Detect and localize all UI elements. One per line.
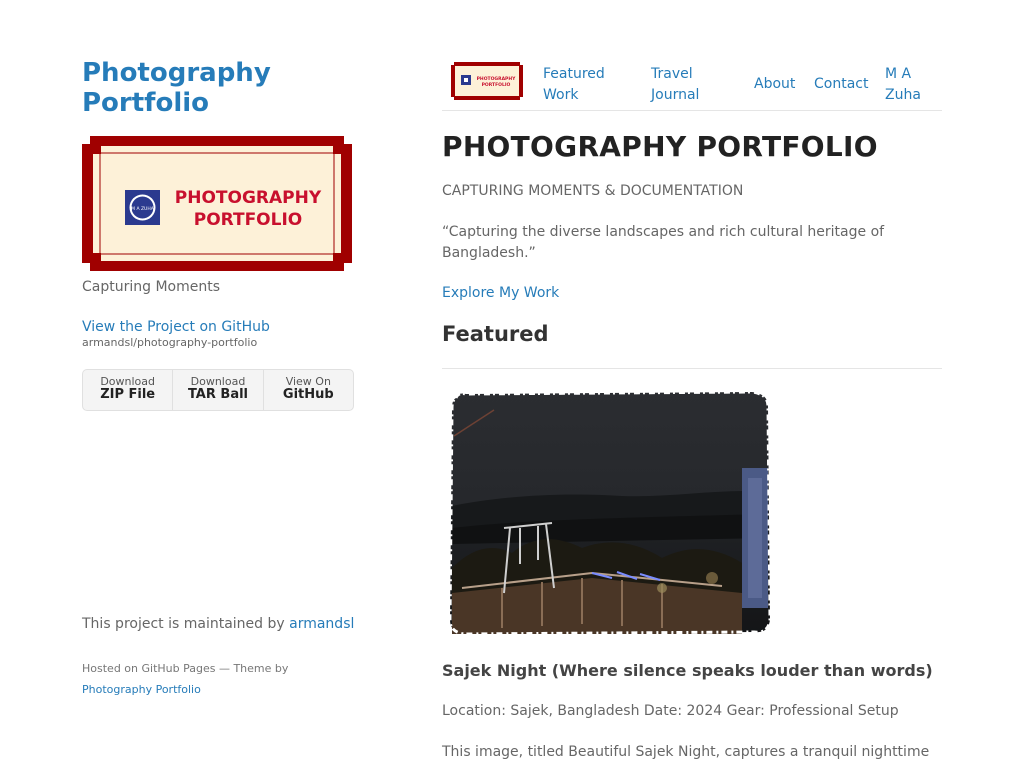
site-title-link[interactable]: Photography Portfolio bbox=[82, 58, 302, 118]
nav-featured-work[interactable]: Featured Work bbox=[543, 64, 605, 106]
view-github-big: GitHub bbox=[282, 387, 334, 402]
svg-text:M A ZUHA: M A ZUHA bbox=[131, 206, 155, 212]
intro-quote: “Capturing the diverse landscapes and ri… bbox=[442, 224, 885, 261]
nav-contact-label: Contact bbox=[814, 76, 869, 92]
github-project-link[interactable]: View the Project on GitHub bbox=[82, 319, 354, 335]
view-on-github-button[interactable]: View On GitHub bbox=[264, 370, 353, 410]
download-zip-big: ZIP File bbox=[100, 387, 156, 402]
maintained-by: This project is maintained by armandsl bbox=[82, 616, 354, 632]
featured-divider bbox=[442, 368, 942, 369]
nav-travel-journal[interactable]: Travel Journal bbox=[651, 64, 699, 106]
github-repo-name: armandsl/photography-portfolio bbox=[82, 336, 258, 349]
download-tar-button[interactable]: Download TAR Ball bbox=[173, 370, 264, 410]
nav-about[interactable]: About bbox=[754, 74, 795, 95]
svg-text:PHOTOGRAPHY: PHOTOGRAPHY bbox=[175, 188, 322, 208]
site-tagline: Capturing Moments bbox=[82, 279, 221, 295]
nav-zuha-line2: Zuha bbox=[885, 87, 921, 103]
nav-zuha-line1: M A bbox=[885, 66, 912, 82]
explore-work-link[interactable]: Explore My Work bbox=[442, 285, 559, 301]
sidebar: Photography Portfolio M A ZUHA PHOTOGRAP… bbox=[82, 58, 354, 411]
download-tar-big: TAR Ball bbox=[187, 387, 249, 402]
nav-about-label: About bbox=[754, 76, 796, 92]
nav-logo[interactable]: PHOTOGRAPHY PORTFOLIO bbox=[451, 62, 523, 104]
photo-meta: Location: Sajek, Bangladesh Date: 2024 G… bbox=[442, 703, 899, 719]
site-logo: M A ZUHA PHOTOGRAPHY PORTFOLIO bbox=[82, 136, 352, 271]
svg-text:PORTFOLIO: PORTFOLIO bbox=[194, 210, 303, 230]
hosted-on: Hosted on GitHub Pages — Theme by Photog… bbox=[82, 658, 357, 700]
svg-text:PORTFOLIO: PORTFOLIO bbox=[482, 82, 511, 88]
download-zip-button[interactable]: Download ZIP File bbox=[83, 370, 174, 410]
nav-travel-line2: Journal bbox=[651, 87, 700, 103]
download-buttons: Download ZIP File Download TAR Ball View… bbox=[82, 369, 354, 411]
photo-caption: Sajek Night (Where silence speaks louder… bbox=[442, 661, 933, 680]
page-title: PHOTOGRAPHY PORTFOLIO bbox=[442, 130, 878, 163]
maintained-prefix: This project is maintained by bbox=[82, 616, 285, 632]
hosted-prefix: Hosted on GitHub Pages — Theme by bbox=[82, 662, 289, 675]
theme-link[interactable]: Photography Portfolio bbox=[82, 683, 201, 696]
nav-featured-line1: Featured bbox=[543, 66, 605, 82]
nav-ma-zuha[interactable]: M A Zuha bbox=[885, 64, 921, 106]
svg-text:PHOTOGRAPHY: PHOTOGRAPHY bbox=[477, 76, 516, 82]
photo-description: This image, titled Beautiful Sajek Night… bbox=[442, 744, 930, 760]
nav-contact[interactable]: Contact bbox=[814, 74, 868, 95]
featured-heading: Featured bbox=[442, 322, 549, 346]
nav-featured-line2: Work bbox=[543, 87, 579, 103]
top-nav: PHOTOGRAPHY PORTFOLIO Featured Work Trav… bbox=[442, 60, 942, 111]
page-subtitle: CAPTURING MOMENTS & DOCUMENTATION bbox=[442, 183, 744, 199]
featured-photo[interactable] bbox=[442, 388, 774, 638]
maintainer-link[interactable]: armandsl bbox=[289, 616, 354, 632]
nav-travel-line1: Travel bbox=[651, 66, 693, 82]
